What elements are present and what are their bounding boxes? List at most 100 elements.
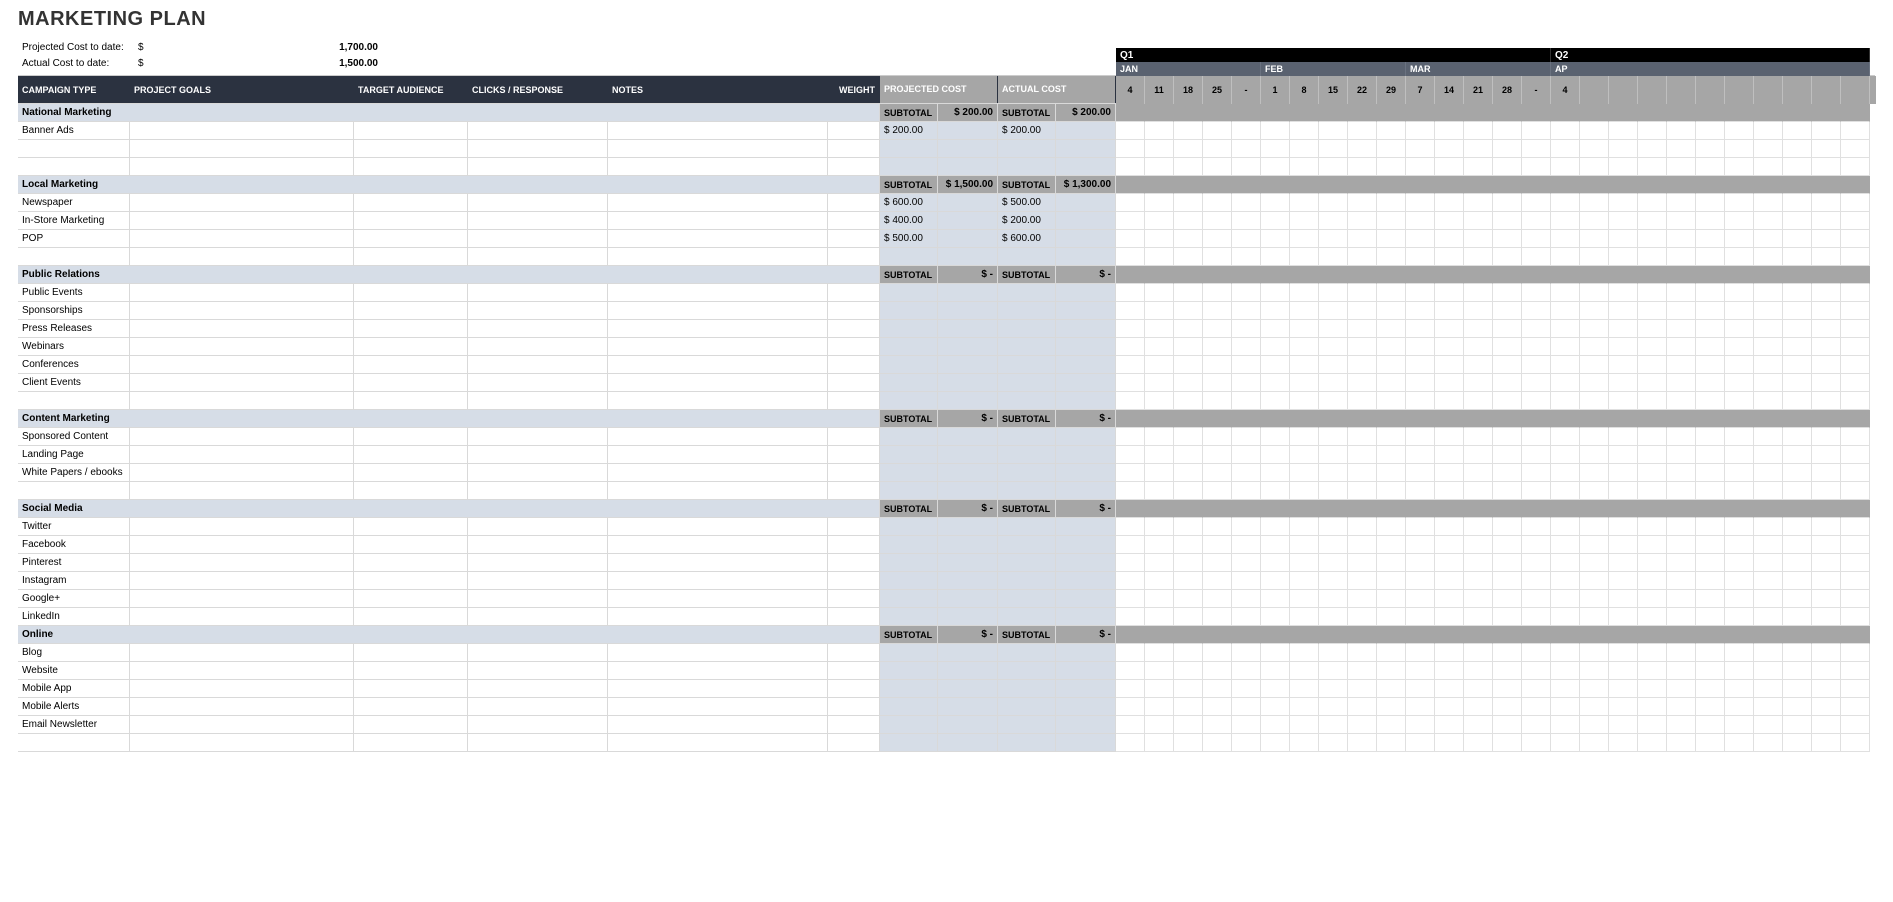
- timeline-cell[interactable]: [1174, 266, 1203, 284]
- timeline-cell[interactable]: [1580, 158, 1609, 176]
- timeline-cell[interactable]: [1493, 302, 1522, 320]
- cell-projected-cost[interactable]: [880, 464, 938, 481]
- timeline-cell[interactable]: [1406, 176, 1435, 194]
- timeline-cell[interactable]: [1609, 266, 1638, 284]
- cell-projected-cost-ext[interactable]: [938, 320, 998, 337]
- timeline-cell[interactable]: [1116, 590, 1145, 608]
- timeline-cell[interactable]: [1435, 266, 1464, 284]
- cell-weight[interactable]: [828, 140, 880, 157]
- cell-project-goals[interactable]: [130, 590, 354, 607]
- cell-projected-cost-ext[interactable]: [938, 554, 998, 571]
- cell-projected-cost[interactable]: [880, 428, 938, 445]
- timeline-cell[interactable]: [1203, 734, 1232, 752]
- timeline-cell[interactable]: [1232, 176, 1261, 194]
- timeline-cell[interactable]: [1261, 104, 1290, 122]
- timeline-cell[interactable]: [1522, 194, 1551, 212]
- timeline-cell[interactable]: [1580, 680, 1609, 698]
- timeline-cell[interactable]: [1580, 338, 1609, 356]
- timeline-cell[interactable]: [1754, 122, 1783, 140]
- timeline-cell[interactable]: [1638, 626, 1667, 644]
- cell-campaign-type[interactable]: LinkedIn: [18, 608, 130, 625]
- timeline-cell[interactable]: [1464, 302, 1493, 320]
- timeline-cell[interactable]: [1551, 230, 1580, 248]
- timeline-cell[interactable]: [1609, 572, 1638, 590]
- timeline-cell[interactable]: [1725, 392, 1754, 410]
- timeline-cell[interactable]: [1435, 302, 1464, 320]
- cell-actual-cost-ext[interactable]: [1056, 446, 1116, 463]
- cell-projected-cost-ext[interactable]: [938, 662, 998, 679]
- timeline-cell[interactable]: [1812, 104, 1841, 122]
- timeline-cell[interactable]: [1377, 464, 1406, 482]
- cell-target-audience[interactable]: [354, 284, 468, 301]
- timeline-cell[interactable]: [1551, 536, 1580, 554]
- timeline-cell[interactable]: [1638, 320, 1667, 338]
- cell-actual-cost-ext[interactable]: [1056, 194, 1116, 211]
- cell-target-audience[interactable]: [354, 464, 468, 481]
- timeline-cell[interactable]: [1667, 410, 1696, 428]
- timeline-cell[interactable]: [1464, 590, 1493, 608]
- cell-weight[interactable]: [828, 590, 880, 607]
- timeline-cell[interactable]: [1725, 680, 1754, 698]
- timeline-cell[interactable]: [1754, 248, 1783, 266]
- timeline-cell[interactable]: [1348, 698, 1377, 716]
- timeline-cell[interactable]: [1348, 572, 1377, 590]
- timeline-cell[interactable]: [1667, 572, 1696, 590]
- timeline-cell[interactable]: [1580, 518, 1609, 536]
- cell-actual-cost[interactable]: [998, 158, 1056, 175]
- timeline-cell[interactable]: [1232, 374, 1261, 392]
- timeline-cell[interactable]: [1203, 446, 1232, 464]
- cell-clicks-response[interactable]: [468, 212, 608, 229]
- timeline-cell[interactable]: [1232, 302, 1261, 320]
- timeline-cell[interactable]: [1261, 680, 1290, 698]
- cell-projected-cost[interactable]: [880, 248, 938, 265]
- cell-clicks-response[interactable]: [468, 698, 608, 715]
- cell-actual-cost[interactable]: [998, 518, 1056, 535]
- cell-notes[interactable]: [608, 140, 828, 157]
- timeline-cell[interactable]: [1580, 356, 1609, 374]
- timeline-cell[interactable]: [1667, 212, 1696, 230]
- timeline-cell[interactable]: [1812, 734, 1841, 752]
- timeline-cell[interactable]: [1551, 194, 1580, 212]
- cell-notes[interactable]: [608, 122, 828, 139]
- timeline-cell[interactable]: [1174, 284, 1203, 302]
- timeline-cell[interactable]: [1551, 626, 1580, 644]
- timeline-cell[interactable]: [1493, 554, 1522, 572]
- timeline-cell[interactable]: [1290, 266, 1319, 284]
- timeline-cell[interactable]: [1841, 212, 1870, 230]
- timeline-cell[interactable]: [1812, 392, 1841, 410]
- timeline-cell[interactable]: [1290, 248, 1319, 266]
- cell-notes[interactable]: [608, 302, 828, 319]
- timeline-cell[interactable]: [1435, 608, 1464, 626]
- timeline-cell[interactable]: [1522, 698, 1551, 716]
- cell-notes[interactable]: [608, 572, 828, 589]
- timeline-cell[interactable]: [1406, 392, 1435, 410]
- timeline-cell[interactable]: [1435, 194, 1464, 212]
- timeline-cell[interactable]: [1493, 338, 1522, 356]
- timeline-cell[interactable]: [1145, 590, 1174, 608]
- cell-weight[interactable]: [828, 734, 880, 751]
- timeline-cell[interactable]: [1783, 698, 1812, 716]
- cell-actual-cost-ext[interactable]: [1056, 158, 1116, 175]
- timeline-cell[interactable]: [1638, 410, 1667, 428]
- timeline-cell[interactable]: [1522, 734, 1551, 752]
- timeline-cell[interactable]: [1145, 338, 1174, 356]
- timeline-cell[interactable]: [1522, 374, 1551, 392]
- timeline-cell[interactable]: [1725, 626, 1754, 644]
- timeline-cell[interactable]: [1203, 392, 1232, 410]
- timeline-cell[interactable]: [1261, 716, 1290, 734]
- cell-campaign-type[interactable]: [18, 140, 130, 157]
- cell-target-audience[interactable]: [354, 734, 468, 751]
- timeline-cell[interactable]: [1667, 590, 1696, 608]
- timeline-cell[interactable]: [1464, 572, 1493, 590]
- timeline-cell[interactable]: [1493, 248, 1522, 266]
- timeline-cell[interactable]: [1667, 680, 1696, 698]
- timeline-cell[interactable]: [1783, 374, 1812, 392]
- timeline-cell[interactable]: [1290, 716, 1319, 734]
- timeline-cell[interactable]: [1174, 302, 1203, 320]
- cell-actual-cost-ext[interactable]: [1056, 680, 1116, 697]
- cell-projected-cost-ext[interactable]: [938, 428, 998, 445]
- timeline-cell[interactable]: [1783, 410, 1812, 428]
- timeline-cell[interactable]: [1667, 608, 1696, 626]
- timeline-cell[interactable]: [1667, 140, 1696, 158]
- timeline-cell[interactable]: [1348, 122, 1377, 140]
